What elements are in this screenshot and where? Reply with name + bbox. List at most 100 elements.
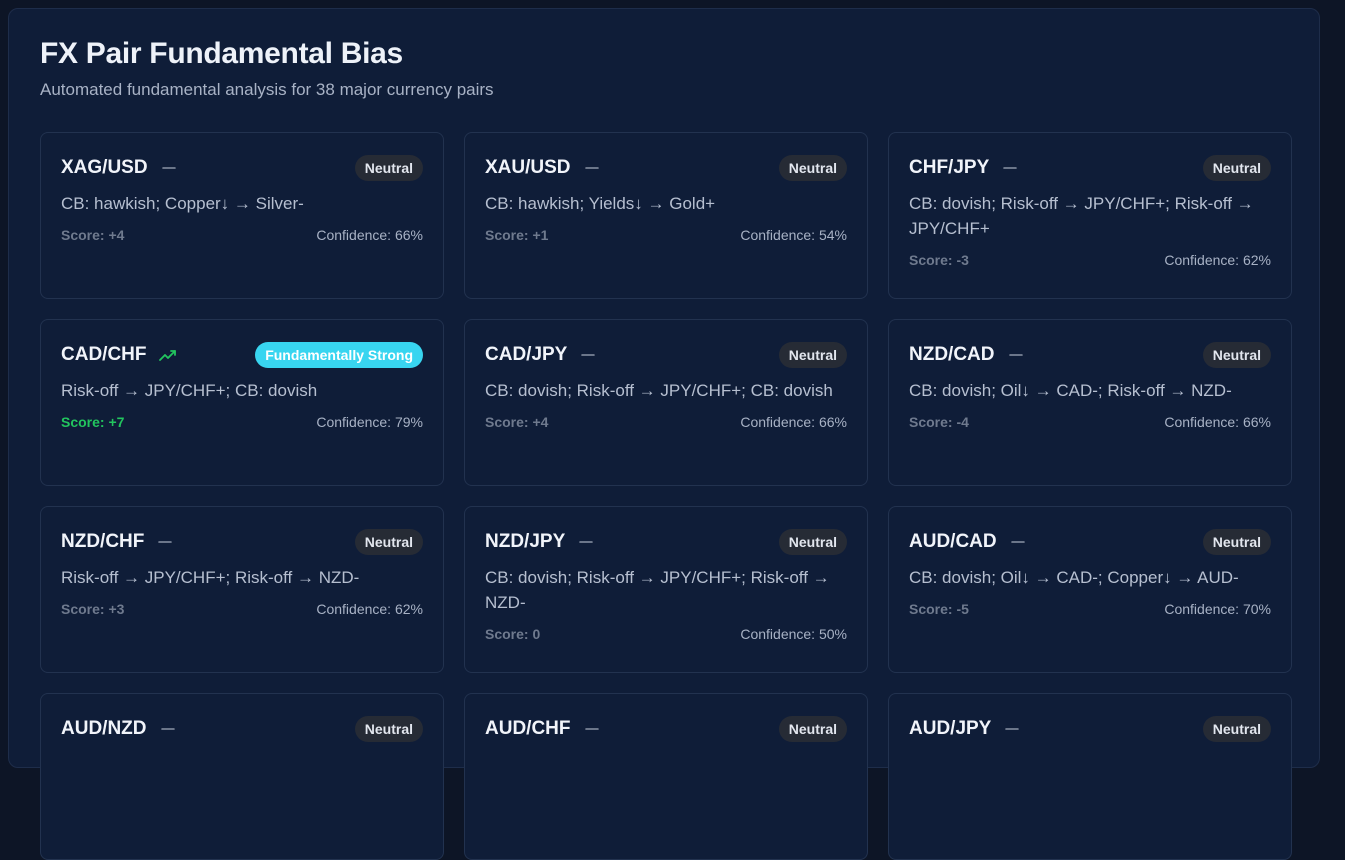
confidence-value: Confidence: 54% [740, 227, 847, 243]
bias-badge: Neutral [1202, 529, 1271, 555]
bias-drivers: CB: dovish; Risk-off → JPY/CHF+; Risk-of… [485, 568, 830, 612]
bias-badge: Neutral [354, 716, 423, 742]
card-header: CAD/CHF Fundamentally Strong [61, 340, 423, 370]
card-metrics: Score: +3 Confidence: 62% [61, 601, 423, 617]
trend-flat-icon [583, 161, 601, 175]
bias-drivers: CB: dovish; Risk-off → JPY/CHF+; Risk-of… [909, 194, 1254, 238]
card-header: CAD/JPY Neutral [485, 340, 847, 370]
trend-flat-icon [583, 722, 601, 736]
card-header: NZD/JPY Neutral [485, 527, 847, 557]
card-metrics: Score: 0 Confidence: 50% [485, 626, 847, 642]
confidence-value: Confidence: 62% [316, 601, 423, 617]
pair-card[interactable]: CAD/CHF Fundamentally Strong Risk-off → JP… [40, 319, 444, 486]
pair-symbol: AUD/CHF [485, 718, 571, 739]
bias-badge: Neutral [778, 529, 847, 555]
page-subtitle: Automated fundamental analysis for 38 ma… [40, 80, 494, 99]
pair-card-grid: XAG/USD Neutral CB: hawkish; Copper↓ → Sil… [40, 132, 1292, 860]
confidence-value: Confidence: 66% [316, 227, 423, 243]
trend-flat-icon [159, 722, 177, 736]
bias-badge: Neutral [778, 716, 847, 742]
confidence-value: Confidence: 50% [740, 626, 847, 642]
confidence-value: Confidence: 66% [1164, 414, 1271, 430]
pair-symbol: CAD/CHF [61, 344, 147, 365]
card-header: CHF/JPY Neutral [909, 153, 1271, 183]
score-value: Score: -5 [909, 601, 969, 617]
pair-symbol: XAG/USD [61, 157, 148, 178]
pair-symbol: NZD/CHF [61, 531, 145, 552]
pair-card[interactable]: AUD/JPY Neutral [888, 693, 1292, 860]
bias-drivers: CB: hawkish; Copper↓ → Silver- [61, 194, 304, 213]
score-value: Score: +1 [485, 227, 549, 243]
score-value: Score: -4 [909, 414, 969, 430]
bias-drivers: Risk-off → JPY/CHF+; CB: dovish [61, 381, 318, 400]
bias-badge: Neutral [1202, 155, 1271, 181]
trend-flat-icon [577, 535, 595, 549]
trend-flat-icon [156, 535, 174, 549]
bias-drivers: CB: dovish; Oil↓ → CAD-; Risk-off → NZD- [909, 381, 1232, 400]
page-title: FX Pair Fundamental Bias [40, 37, 403, 70]
pair-card[interactable]: AUD/CAD Neutral CB: dovish; Oil↓ → CAD-; C… [888, 506, 1292, 673]
card-header: NZD/CHF Neutral [61, 527, 423, 557]
card-header: XAU/USD Neutral [485, 153, 847, 183]
pair-symbol: CHF/JPY [909, 157, 990, 178]
confidence-value: Confidence: 79% [316, 414, 423, 430]
bias-badge: Neutral [778, 155, 847, 181]
score-value: Score: +3 [61, 601, 125, 617]
card-header: AUD/NZD Neutral [61, 714, 423, 744]
pair-card[interactable]: AUD/NZD Neutral [40, 693, 444, 860]
card-header: NZD/CAD Neutral [909, 340, 1271, 370]
pair-card[interactable]: XAU/USD Neutral CB: hawkish; Yields↓ → Gol… [464, 132, 868, 299]
bias-badge: Neutral [1202, 716, 1271, 742]
pair-symbol: NZD/CAD [909, 344, 995, 365]
pair-card[interactable]: NZD/CAD Neutral CB: dovish; Oil↓ → CAD-; R… [888, 319, 1292, 486]
score-value: Score: 0 [485, 626, 541, 642]
card-metrics: Score: -3 Confidence: 62% [909, 252, 1271, 268]
pair-symbol: AUD/NZD [61, 718, 147, 739]
pair-card[interactable]: CHF/JPY Neutral CB: dovish; Risk-off → JPY… [888, 132, 1292, 299]
card-metrics: Score: +4 Confidence: 66% [61, 227, 423, 243]
score-value: Score: -3 [909, 252, 969, 268]
pair-card[interactable]: NZD/JPY Neutral CB: dovish; Risk-off → JPY… [464, 506, 868, 673]
trend-flat-icon [1007, 348, 1025, 362]
fundamental-bias-panel: FX Pair Fundamental Bias Automated funda… [8, 8, 1320, 860]
card-header: XAG/USD Neutral [61, 153, 423, 183]
trend-flat-icon [1003, 722, 1021, 736]
bias-drivers: Risk-off → JPY/CHF+; Risk-off → NZD- [61, 568, 360, 587]
card-metrics: Score: +7 Confidence: 79% [61, 414, 423, 430]
card-header: AUD/JPY Neutral [909, 714, 1271, 744]
card-metrics: Score: -5 Confidence: 70% [909, 601, 1271, 617]
bias-drivers: CB: dovish; Oil↓ → CAD-; Copper↓ → AUD- [909, 568, 1239, 587]
bias-badge: Fundamentally Strong [255, 342, 423, 368]
pair-symbol: AUD/CAD [909, 531, 997, 552]
score-value: Score: +7 [61, 414, 125, 430]
card-metrics: Score: +4 Confidence: 66% [485, 414, 847, 430]
confidence-value: Confidence: 62% [1164, 252, 1271, 268]
bias-drivers: CB: dovish; Risk-off → JPY/CHF+; CB: dov… [485, 381, 833, 400]
pair-symbol: NZD/JPY [485, 531, 566, 552]
bias-badge: Neutral [354, 529, 423, 555]
pair-card[interactable]: CAD/JPY Neutral CB: dovish; Risk-off → JPY… [464, 319, 868, 486]
card-header: AUD/CHF Neutral [485, 714, 847, 744]
pair-symbol: AUD/JPY [909, 718, 992, 739]
trend-flat-icon [1001, 161, 1019, 175]
pair-symbol: XAU/USD [485, 157, 571, 178]
pair-card[interactable]: XAG/USD Neutral CB: hawkish; Copper↓ → Sil… [40, 132, 444, 299]
trend-flat-icon [160, 161, 178, 175]
bias-badge: Neutral [1202, 342, 1271, 368]
card-header: AUD/CAD Neutral [909, 527, 1271, 557]
pair-symbol: CAD/JPY [485, 344, 568, 365]
trend-flat-icon [1009, 535, 1027, 549]
bias-drivers: CB: hawkish; Yields↓ → Gold+ [485, 194, 716, 213]
trend-up-icon [158, 348, 177, 362]
trend-flat-icon [579, 348, 597, 362]
bias-badge: Neutral [354, 155, 423, 181]
pair-card[interactable]: NZD/CHF Neutral Risk-off → JPY/CHF+; Risk-… [40, 506, 444, 673]
card-metrics: Score: -4 Confidence: 66% [909, 414, 1271, 430]
score-value: Score: +4 [485, 414, 549, 430]
bias-badge: Neutral [778, 342, 847, 368]
confidence-value: Confidence: 66% [740, 414, 847, 430]
card-metrics: Score: +1 Confidence: 54% [485, 227, 847, 243]
pair-card[interactable]: AUD/CHF Neutral [464, 693, 868, 860]
confidence-value: Confidence: 70% [1164, 601, 1271, 617]
score-value: Score: +4 [61, 227, 125, 243]
